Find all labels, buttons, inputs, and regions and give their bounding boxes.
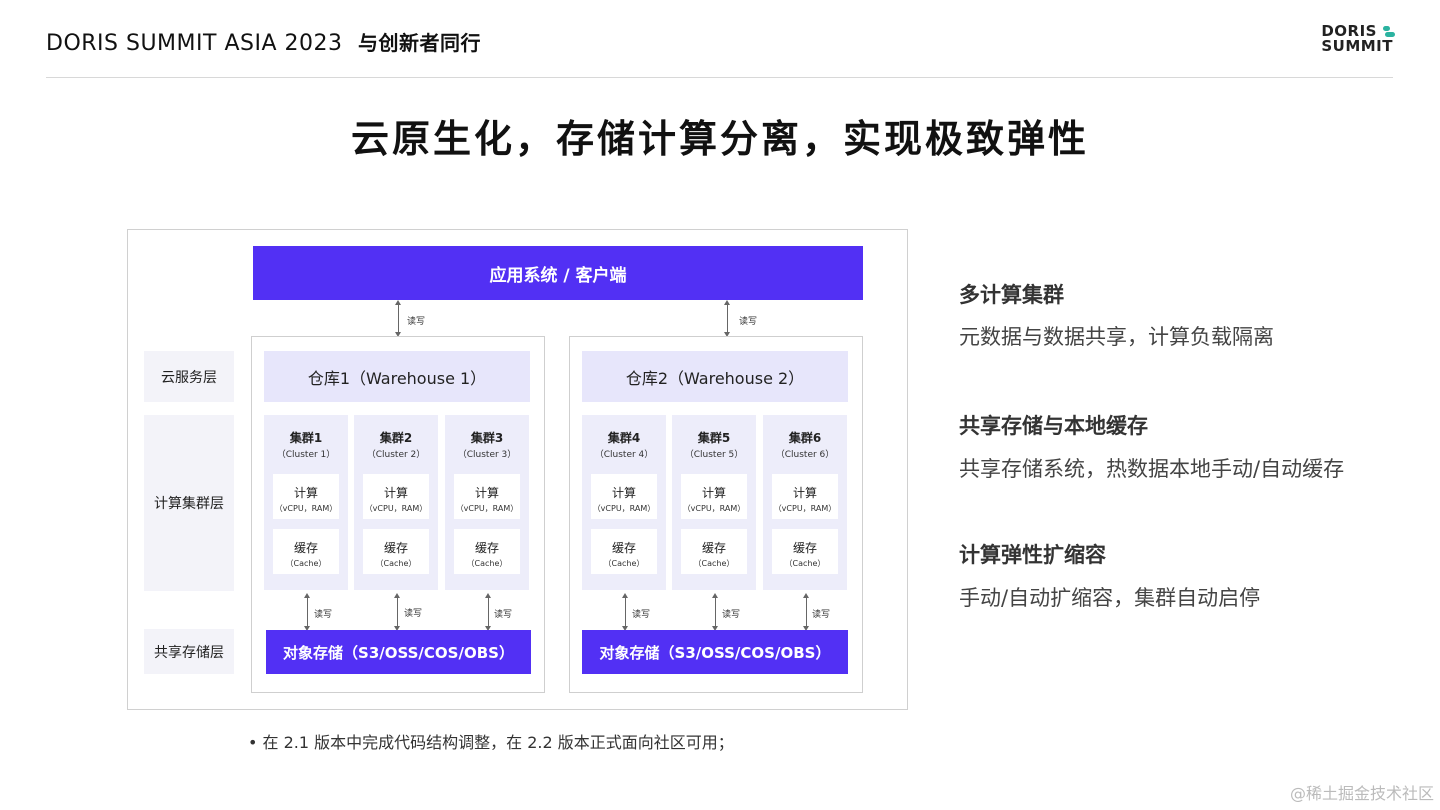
- cluster-name: 集群2: [379, 431, 413, 445]
- watermark: @稀土掘金技术社区: [1289, 784, 1434, 803]
- rw-arrow-top-2: [723, 300, 733, 337]
- cache-label: 缓存: [701, 541, 726, 555]
- rw-arrow: [621, 593, 631, 631]
- architecture-diagram: 应用系统 / 客户端 读写 读写 云服务层 计算集群层 共享存储层 仓库1（Wa…: [127, 229, 908, 710]
- compute-label: 计算: [383, 486, 408, 500]
- cache-label: 缓存: [383, 541, 408, 555]
- cache-sub: （Cache）: [603, 559, 645, 568]
- layer-shared-storage: 共享存储层: [144, 629, 234, 674]
- cluster-name: 集群1: [289, 431, 323, 445]
- cluster-name: 集群3: [470, 431, 504, 445]
- logo-mark-icon: [1383, 26, 1395, 37]
- layer-cloud-service: 云服务层: [144, 351, 234, 402]
- cache-label: 缓存: [611, 541, 636, 555]
- compute-label: 计算: [611, 486, 636, 500]
- rw-label: 读写: [407, 317, 426, 327]
- compute-label: 计算: [293, 486, 318, 500]
- warehouse-2: 仓库2（Warehouse 2） 集群4 （Cluster 4） 计算 （vCPU…: [569, 336, 863, 693]
- app-client-bar: 应用系统 / 客户端: [253, 246, 863, 300]
- cluster-card: 集群1 （Cluster 1） 计算 （vCPU，RAM） 缓存 （Cache）: [264, 415, 348, 590]
- feature-desc-2: 共享存储系统，热数据本地手动/自动缓存: [959, 457, 1345, 481]
- compute-sub: （vCPU，RAM）: [592, 504, 656, 513]
- cluster-sub: （Cluster 6）: [775, 450, 835, 460]
- cache-cell: 缓存 （Cache）: [363, 529, 429, 574]
- cache-cell: 缓存 （Cache）: [454, 529, 520, 574]
- compute-sub: （vCPU，RAM）: [364, 504, 428, 513]
- compute-cell: 计算 （vCPU，RAM）: [772, 474, 838, 519]
- rw-arrow: [802, 593, 812, 631]
- cache-label: 缓存: [792, 541, 817, 555]
- compute-cell: 计算 （vCPU，RAM）: [681, 474, 747, 519]
- cluster-card: 集群6 （Cluster 6） 计算 （vCPU，RAM） 缓存 （Cache）: [763, 415, 847, 590]
- object-storage-1: 对象存储（S3/OSS/COS/OBS）: [266, 630, 531, 674]
- header-divider: [46, 77, 1393, 78]
- layer-compute-cluster: 计算集群层: [144, 415, 234, 591]
- compute-sub: （vCPU，RAM）: [773, 504, 837, 513]
- cache-cell: 缓存 （Cache）: [772, 529, 838, 574]
- warehouse-1-header: 仓库1（Warehouse 1）: [264, 351, 530, 402]
- cluster-sub: （Cluster 1）: [276, 450, 336, 460]
- compute-cell: 计算 （vCPU，RAM）: [591, 474, 657, 519]
- cluster-card: 集群3 （Cluster 3） 计算 （vCPU，RAM） 缓存 （Cache）: [445, 415, 529, 590]
- rw-label: 读写: [404, 609, 423, 619]
- event-title-text: DORIS SUMMIT ASIA 2023: [46, 31, 343, 56]
- cache-sub: （Cache）: [466, 559, 508, 568]
- cluster-sub: （Cluster 3）: [457, 450, 517, 460]
- warehouse-1: 仓库1（Warehouse 1） 集群1 （Cluster 1） 计算 （vCPU…: [251, 336, 545, 693]
- cache-cell: 缓存 （Cache）: [681, 529, 747, 574]
- cluster-name: 集群6: [788, 431, 822, 445]
- rw-arrow: [303, 593, 313, 631]
- rw-arrow-top-1: [394, 300, 404, 337]
- compute-label: 计算: [701, 486, 726, 500]
- rw-label: 读写: [494, 610, 513, 620]
- event-title: DORIS SUMMIT ASIA 2023 与创新者同行: [46, 27, 481, 56]
- object-storage-2: 对象存储（S3/OSS/COS/OBS）: [582, 630, 848, 674]
- cache-sub: （Cache）: [784, 559, 826, 568]
- cache-cell: 缓存 （Cache）: [591, 529, 657, 574]
- feature-title-1: 多计算集群: [959, 283, 1064, 307]
- compute-cell: 计算 （vCPU，RAM）: [273, 474, 339, 519]
- warehouse-2-header: 仓库2（Warehouse 2）: [582, 351, 848, 402]
- cache-label: 缓存: [474, 541, 499, 555]
- rw-arrow: [484, 593, 494, 631]
- cluster-name: 集群5: [697, 431, 731, 445]
- compute-sub: （vCPU，RAM）: [274, 504, 338, 513]
- cluster-sub: （Cluster 5）: [684, 450, 744, 460]
- page-title: 云原生化，存储计算分离，实现极致弹性: [350, 117, 1089, 161]
- cache-label: 缓存: [293, 541, 318, 555]
- compute-sub: （vCPU，RAM）: [455, 504, 519, 513]
- logo-line-2: SUMMIT: [1321, 37, 1393, 55]
- cache-cell: 缓存 （Cache）: [273, 529, 339, 574]
- feature-desc-1: 元数据与数据共享，计算负载隔离: [959, 325, 1274, 349]
- version-note: • 在 2.1 版本中完成代码结构调整，在 2.2 版本正式面向社区可用；: [248, 733, 734, 752]
- doris-summit-logo: DORIS SUMMIT: [1321, 24, 1395, 55]
- rw-arrow: [711, 593, 721, 631]
- cluster-card: 集群5 （Cluster 5） 计算 （vCPU，RAM） 缓存 （Cache）: [672, 415, 756, 590]
- rw-label: 读写: [722, 610, 741, 620]
- cluster-card: 集群4 （Cluster 4） 计算 （vCPU，RAM） 缓存 （Cache）: [582, 415, 666, 590]
- cluster-sub: （Cluster 4）: [594, 450, 654, 460]
- compute-cell: 计算 （vCPU，RAM）: [454, 474, 520, 519]
- event-tagline: 与创新者同行: [357, 31, 481, 55]
- compute-sub: （vCPU，RAM）: [682, 504, 746, 513]
- rw-label: 读写: [632, 610, 651, 620]
- compute-label: 计算: [474, 486, 499, 500]
- compute-cell: 计算 （vCPU，RAM）: [363, 474, 429, 519]
- rw-arrow: [393, 593, 403, 631]
- rw-label: 读写: [812, 610, 831, 620]
- cache-sub: （Cache）: [285, 559, 327, 568]
- cluster-name: 集群4: [607, 431, 641, 445]
- cache-sub: （Cache）: [693, 559, 735, 568]
- compute-label: 计算: [792, 486, 817, 500]
- cache-sub: （Cache）: [375, 559, 417, 568]
- rw-label: 读写: [739, 317, 758, 327]
- cluster-sub: （Cluster 2）: [366, 450, 426, 460]
- rw-label: 读写: [314, 610, 333, 620]
- cluster-card: 集群2 （Cluster 2） 计算 （vCPU，RAM） 缓存 （Cache）: [354, 415, 438, 590]
- feature-title-2: 共享存储与本地缓存: [959, 414, 1148, 438]
- feature-title-3: 计算弹性扩缩容: [959, 543, 1106, 567]
- feature-desc-3: 手动/自动扩缩容，集群自动启停: [959, 586, 1261, 610]
